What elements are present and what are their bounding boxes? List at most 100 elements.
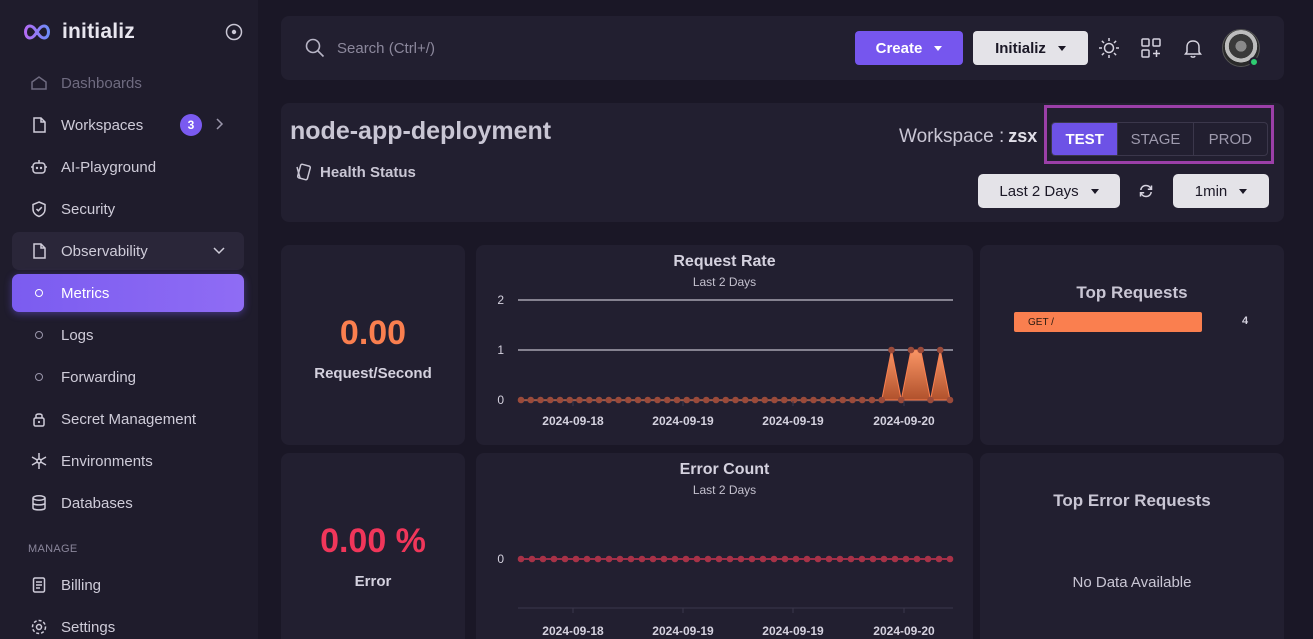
caret-down-icon — [1090, 188, 1099, 194]
data-point — [936, 346, 944, 354]
sidebar-item-label: Dashboards — [61, 74, 142, 92]
data-point — [751, 396, 759, 404]
sidebar-item-metrics[interactable]: Metrics — [12, 274, 244, 312]
sidebar-item-databases[interactable]: Databases — [12, 484, 244, 522]
error-stat-card: 0.00 % Error — [281, 453, 465, 639]
org-selector-button[interactable]: Initializ — [973, 31, 1088, 65]
data-point — [704, 555, 712, 563]
caret-down-icon — [1057, 45, 1066, 51]
data-point — [616, 555, 624, 563]
refresh-interval-select[interactable]: 1min — [1173, 174, 1269, 208]
data-point — [634, 396, 642, 404]
caret-down-icon — [1239, 188, 1248, 194]
sidebar-item-label: Billing — [61, 576, 102, 594]
top-requests-card: Top Requests GET / 4 — [980, 245, 1284, 445]
data-point — [790, 396, 798, 404]
database-icon — [29, 493, 49, 513]
data-point — [722, 396, 730, 404]
data-point — [913, 555, 921, 563]
lock-icon — [29, 409, 49, 429]
bullet-icon — [35, 331, 43, 339]
brand-name: initializ — [62, 20, 135, 43]
brand[interactable]: initializ — [22, 20, 135, 44]
data-point — [566, 396, 574, 404]
data-point — [891, 555, 899, 563]
request-rate-chart-card: Request Rate Last 2 Days 0 1 2 2024-09-18 20… — [476, 245, 973, 445]
sidebar-item-secret-management[interactable]: Secret Management — [12, 400, 244, 438]
file-icon — [29, 115, 49, 135]
data-point — [878, 396, 886, 404]
data-point — [556, 396, 564, 404]
data-point — [869, 555, 877, 563]
data-point — [935, 555, 943, 563]
error-count-chart-card: Error Count Last 2 Days 0 2024-09-18 2024-… — [476, 453, 973, 639]
error-count-chart: 0 2024-09-18 2024-09-19 2024-09-19 2024-09-2… — [497, 552, 954, 638]
y-tick-label: 1 — [497, 343, 504, 357]
sidebar-item-label: Forwarding — [61, 368, 137, 386]
data-point — [583, 555, 591, 563]
health-status-label: Health Status — [320, 163, 416, 181]
x-tick-label: 2024-09-19 — [762, 624, 824, 638]
data-point — [726, 555, 734, 563]
sidebar-item-environments[interactable]: Environments — [12, 442, 244, 480]
pin-sidebar-icon[interactable] — [225, 23, 243, 41]
sidebar-item-workspaces[interactable]: Workspaces 3 — [12, 106, 244, 144]
top-requests-title: Top Requests — [1076, 283, 1188, 302]
sidebar-item-security[interactable]: Security — [12, 190, 244, 228]
data-point — [537, 396, 544, 404]
apps-add-icon[interactable] — [1139, 36, 1163, 60]
top-bar: Search (Ctrl+/) Create Initializ — [281, 16, 1284, 80]
sidebar-item-label: Logs — [61, 326, 94, 344]
x-tick-label: 2024-09-18 — [542, 414, 604, 428]
data-point — [946, 396, 954, 404]
snowflake-icon — [29, 451, 49, 471]
health-status-link[interactable]: Health Status — [294, 163, 416, 181]
sidebar-item-label: Databases — [61, 494, 133, 512]
data-point — [814, 555, 822, 563]
bell-icon[interactable] — [1181, 36, 1205, 60]
data-point — [770, 555, 778, 563]
env-test-button[interactable]: TEST — [1052, 123, 1119, 155]
x-tick-label: 2024-09-20 — [873, 624, 935, 638]
sidebar-item-label: Workspaces — [61, 116, 144, 134]
data-point — [576, 396, 583, 404]
online-status-indicator — [1249, 57, 1259, 67]
data-point — [771, 396, 778, 404]
caret-down-icon — [934, 45, 943, 51]
env-stage-button[interactable]: STAGE — [1118, 123, 1194, 155]
data-point — [803, 555, 811, 563]
x-tick-label: 2024-09-19 — [652, 624, 714, 638]
data-point — [761, 396, 769, 404]
workspace-value: zsx — [1008, 126, 1038, 146]
env-prod-button[interactable]: PROD — [1194, 123, 1267, 155]
sidebar-item-dashboards[interactable]: Dashboards — [12, 64, 244, 102]
data-point — [671, 555, 679, 563]
sun-icon[interactable] — [1097, 36, 1121, 60]
data-point — [810, 396, 817, 404]
sidebar-item-logs[interactable]: Logs — [12, 316, 244, 354]
data-point — [682, 555, 690, 563]
sidebar-item-forwarding[interactable]: Forwarding — [12, 358, 244, 396]
sidebar-item-observability[interactable]: Observability — [12, 232, 244, 270]
data-point — [673, 396, 681, 404]
top-request-bar[interactable]: GET / — [1014, 312, 1202, 332]
time-range-select[interactable]: Last 2 Days — [978, 174, 1120, 208]
bullet-icon — [35, 289, 43, 297]
sidebar-item-label: AI-Playground — [61, 158, 157, 176]
sidebar-item-label: Metrics — [61, 284, 110, 302]
sidebar-item-settings[interactable]: Settings — [12, 608, 244, 639]
data-point — [888, 346, 895, 354]
data-point — [644, 396, 652, 404]
sidebar-item-billing[interactable]: Billing — [12, 566, 244, 604]
data-point — [792, 555, 800, 563]
data-point — [836, 555, 844, 563]
search-input[interactable]: Search (Ctrl+/) — [337, 40, 435, 57]
data-point — [683, 396, 691, 404]
x-tick-label: 2024-09-20 — [873, 414, 935, 428]
chevron-right-icon — [216, 118, 224, 130]
create-button[interactable]: Create — [855, 31, 963, 65]
data-point — [585, 396, 593, 404]
data-point — [741, 396, 749, 404]
sidebar-item-ai-playground[interactable]: AI-Playground — [12, 148, 244, 186]
refresh-icon[interactable] — [1137, 182, 1155, 200]
